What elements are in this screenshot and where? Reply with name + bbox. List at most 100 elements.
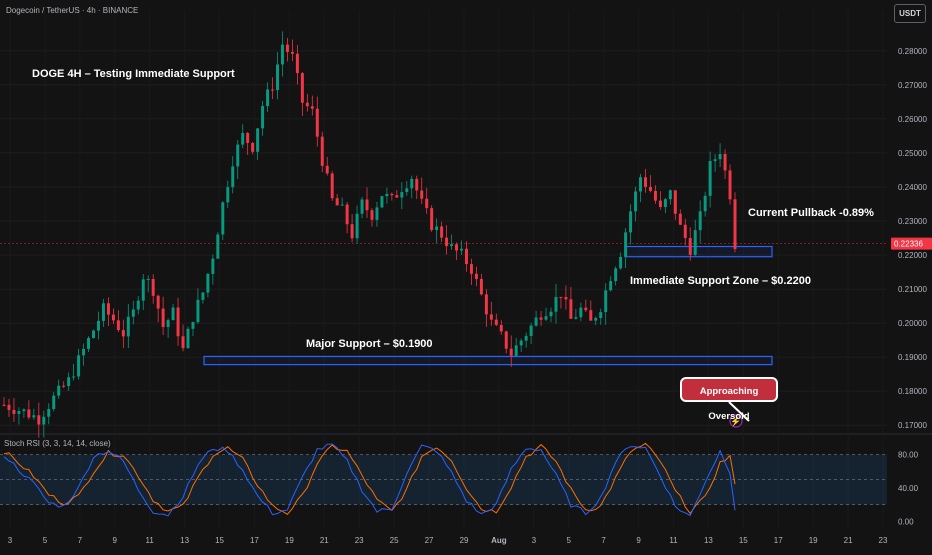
candle-body [47,409,51,417]
time-tick-label: 19 [285,536,294,545]
candle-body [111,314,115,321]
candle-body [231,166,235,188]
support-zone [203,355,773,366]
candle-body [529,325,533,336]
candle-body [285,44,289,52]
price-tick-label: 0.20000 [898,319,927,328]
candle-body [584,307,588,311]
chart-root[interactable]: Stoch RSI (3, 3, 14, 14, close) 0.28000 0… [0,0,932,550]
candle-body [121,330,125,337]
candle-body [271,89,275,91]
time-tick-label: 29 [460,536,469,545]
candle-body [176,307,180,337]
candle-body [504,331,508,349]
indicator-layer: Stoch RSI (3, 3, 14, 14, close) [0,439,887,517]
currency-button[interactable]: USDT [894,4,926,23]
candle-body [221,202,225,235]
candle-body [27,409,31,418]
candle-body [708,161,712,196]
candle-body [544,316,548,320]
time-tick-label: 15 [215,536,224,545]
time-tick-label: 7 [78,536,83,545]
candle-body [22,409,26,412]
candle-body [464,248,468,265]
candle-body [370,210,374,220]
candle-body [141,279,145,301]
price-tick-label: 0.25000 [898,149,927,158]
time-tick-label: Aug [491,536,507,545]
candle-body [171,307,175,321]
candle-body [305,102,309,107]
candle-body [236,144,240,167]
major-support-annotation: Major Support – $0.1900 [306,338,433,350]
candle-body [658,200,662,207]
candle-body [430,208,434,231]
candle-body [206,273,210,293]
candle-body [261,106,265,129]
candle-body [96,320,100,331]
candle-body [201,292,205,300]
candle-body [425,198,429,209]
price-tick-label: 0.22000 [898,251,927,260]
candle-body [614,268,618,282]
candle-body [519,340,523,346]
candle-body [420,190,424,199]
candle-body [574,317,578,319]
candle-body [474,273,478,279]
candle-body [350,224,354,239]
candle-body [186,328,190,349]
candle-body [718,154,722,160]
candle-body [191,321,195,329]
candle-body [365,199,369,211]
candle-body [151,279,155,296]
candle-body [196,299,200,322]
candle-body [479,278,483,295]
candle-body [320,136,324,166]
candle-body [698,211,702,231]
candle-body [226,187,230,203]
candle-body [589,310,593,321]
candle-body [599,312,603,319]
time-tick-label: 9 [636,536,641,545]
candle-body [435,226,439,231]
time-tick-label: 25 [390,536,399,545]
candle-body [315,108,319,137]
support-zone [625,245,773,258]
candle-body [146,279,150,281]
candle-body [62,385,66,387]
candle-body [648,186,652,191]
time-tick-label: 19 [809,536,818,545]
time-tick-label: 13 [704,536,713,545]
candle-body [375,207,379,220]
candle-body [534,317,538,326]
candle-body [390,193,394,196]
candle-body [246,132,250,143]
candle-body [410,178,414,189]
candle-body [330,173,334,199]
candle-body [340,204,344,206]
candle-body [619,256,623,269]
candle-body [131,309,135,317]
candle-body [554,296,558,312]
time-tick-label: 11 [146,536,155,545]
candle-body [514,345,518,356]
candle-body [450,244,454,247]
candle-body [290,51,294,54]
symbol-title: Dogecoin / TetherUS · 4h · BINANCE [6,6,139,15]
current-price-label: 0.22336 [894,240,923,249]
candle-body [161,308,165,328]
candle-body [72,376,76,378]
candle-body [256,128,260,152]
candle-body [360,199,364,214]
stoch-tick-label: 0.00 [898,517,914,526]
candle-body [101,303,105,321]
candle-body [445,237,449,247]
price-tick-label: 0.24000 [898,183,927,192]
candle-body [460,248,463,251]
candle-body [181,336,185,349]
time-tick-label: 5 [43,536,48,545]
candle-body [52,395,56,410]
price-tick-label: 0.18000 [898,387,927,396]
candle-body [57,385,61,396]
price-tick-label: 0.19000 [898,353,927,362]
